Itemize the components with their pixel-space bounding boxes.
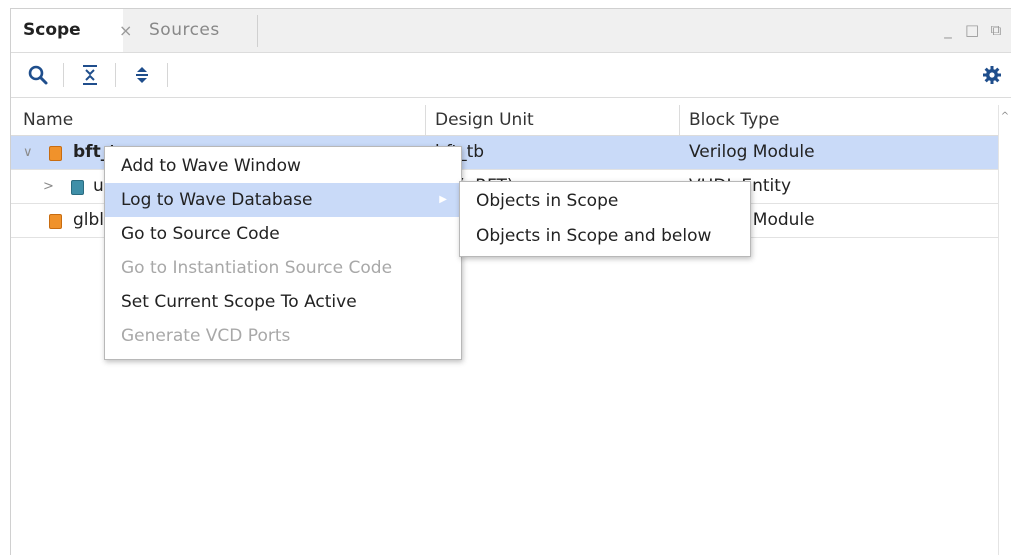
- column-header-name[interactable]: Name: [23, 105, 73, 135]
- toolbar-divider: [115, 63, 116, 87]
- gear-icon[interactable]: [979, 62, 1005, 88]
- column-divider[interactable]: [679, 105, 680, 135]
- menu-item-go-to-instantiation-source-code: Go to Instantiation Source Code: [121, 258, 393, 278]
- tab-close-icon[interactable]: ×: [119, 9, 132, 52]
- search-icon[interactable]: [25, 62, 51, 88]
- window-controls: _ □ ⧉: [941, 21, 1003, 39]
- table-header: Name Design Unit Block Type: [11, 105, 1011, 136]
- scope-icon: [49, 146, 62, 161]
- chevron-down-icon[interactable]: ∨: [23, 136, 33, 169]
- float-icon[interactable]: ⧉: [989, 21, 1003, 39]
- column-header-block-type[interactable]: Block Type: [689, 105, 779, 135]
- tab-scope[interactable]: Scope: [11, 9, 123, 52]
- context-menu: Add to Wave Window Log to Wave Database …: [104, 146, 462, 360]
- submenu-item-objects-in-scope-and-below[interactable]: Objects in Scope and below: [460, 219, 750, 254]
- menu-item-go-to-source-code[interactable]: Go to Source Code: [105, 217, 461, 251]
- tab-divider: [257, 15, 258, 47]
- menu-item-log-to-wave-database[interactable]: Log to Wave Database ▶: [105, 183, 461, 217]
- vertical-scrollbar[interactable]: ^: [998, 105, 1011, 555]
- menu-item-label: Log to Wave Database: [121, 190, 313, 210]
- toolbar-divider: [167, 63, 168, 87]
- submenu-arrow-icon: ▶: [439, 194, 447, 205]
- scroll-up-icon[interactable]: ^: [999, 111, 1011, 122]
- submenu-item-objects-in-scope[interactable]: Objects in Scope: [460, 184, 750, 219]
- row-design-unit: bft_tb: [435, 136, 675, 169]
- expand-all-icon[interactable]: [129, 62, 155, 88]
- tab-sources[interactable]: Sources: [149, 9, 220, 52]
- row-block-type: Verilog Module: [689, 142, 815, 162]
- maximize-icon[interactable]: □: [965, 21, 979, 39]
- tab-bar: Scope × Sources _ □ ⧉: [11, 9, 1011, 53]
- collapse-all-icon[interactable]: [77, 62, 103, 88]
- column-divider[interactable]: [425, 105, 426, 135]
- menu-item-generate-vcd-ports: Generate VCD Ports: [121, 326, 291, 346]
- toolbar-divider: [63, 63, 64, 87]
- menu-item-set-current-scope-to-active[interactable]: Set Current Scope To Active: [105, 285, 461, 319]
- toolbar: [11, 53, 1011, 98]
- row-name: glbl: [73, 210, 103, 230]
- scope-icon: [49, 214, 62, 229]
- minimize-icon[interactable]: _: [941, 21, 955, 39]
- menu-item-add-to-wave-window[interactable]: Add to Wave Window: [105, 149, 461, 183]
- chevron-right-icon[interactable]: >: [43, 170, 54, 203]
- column-header-design-unit[interactable]: Design Unit: [435, 105, 534, 135]
- entity-icon: [71, 180, 84, 195]
- submenu: Objects in Scope Objects in Scope and be…: [459, 181, 751, 257]
